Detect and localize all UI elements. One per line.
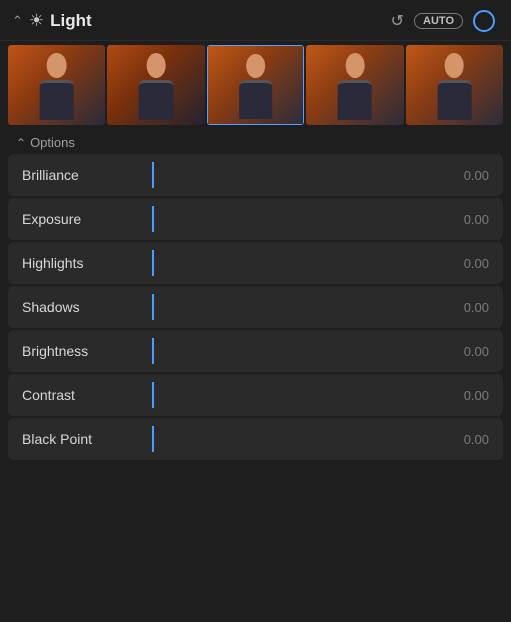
- thumbnail-4[interactable]: [306, 45, 403, 125]
- slider-value-brightness: 0.00: [439, 344, 489, 359]
- panel-header: ⌃ ☀ Light ↺ AUTO: [0, 0, 511, 41]
- slider-indicator-contrast: [152, 382, 154, 408]
- slider-label-contrast: Contrast: [22, 387, 152, 403]
- slider-indicator-shadows: [152, 294, 154, 320]
- slider-track-shadows[interactable]: [152, 286, 439, 328]
- options-label: Options: [30, 135, 75, 150]
- slider-value-brilliance: 0.00: [439, 168, 489, 183]
- slider-indicator-brightness: [152, 338, 154, 364]
- slider-value-exposure: 0.00: [439, 212, 489, 227]
- auto-button[interactable]: AUTO: [414, 13, 463, 29]
- slider-label-exposure: Exposure: [22, 211, 152, 227]
- mode-toggle-button[interactable]: [473, 10, 495, 32]
- image-strip: [0, 41, 511, 129]
- sliders-container: Brilliance 0.00 Exposure 0.00 Highlights…: [0, 154, 511, 622]
- slider-label-shadows: Shadows: [22, 299, 152, 315]
- slider-row-brilliance[interactable]: Brilliance 0.00: [8, 154, 503, 196]
- undo-icon[interactable]: ↺: [391, 11, 404, 31]
- slider-label-brightness: Brightness: [22, 343, 152, 359]
- slider-label-brilliance: Brilliance: [22, 167, 152, 183]
- light-sun-icon: ☀: [29, 11, 44, 31]
- options-header[interactable]: ⌃ Options: [0, 129, 511, 154]
- slider-value-contrast: 0.00: [439, 388, 489, 403]
- slider-row-shadows[interactable]: Shadows 0.00: [8, 286, 503, 328]
- slider-track-black-point[interactable]: [152, 418, 439, 460]
- panel-title: Light: [50, 11, 384, 31]
- slider-label-black-point: Black Point: [22, 431, 152, 447]
- slider-row-exposure[interactable]: Exposure 0.00: [8, 198, 503, 240]
- slider-row-contrast[interactable]: Contrast 0.00: [8, 374, 503, 416]
- slider-track-brightness[interactable]: [152, 330, 439, 372]
- slider-track-exposure[interactable]: [152, 198, 439, 240]
- slider-label-highlights: Highlights: [22, 255, 152, 271]
- slider-indicator-highlights: [152, 250, 154, 276]
- slider-value-shadows: 0.00: [439, 300, 489, 315]
- slider-indicator-black-point: [152, 426, 154, 452]
- slider-indicator-brilliance: [152, 162, 154, 188]
- options-chevron-icon[interactable]: ⌃: [16, 136, 26, 150]
- thumbnail-1[interactable]: [8, 45, 105, 125]
- light-panel: ⌃ ☀ Light ↺ AUTO: [0, 0, 511, 622]
- slider-indicator-exposure: [152, 206, 154, 232]
- slider-row-brightness[interactable]: Brightness 0.00: [8, 330, 503, 372]
- collapse-chevron-icon[interactable]: ⌃: [12, 13, 23, 29]
- slider-track-contrast[interactable]: [152, 374, 439, 416]
- slider-track-highlights[interactable]: [152, 242, 439, 284]
- slider-value-black-point: 0.00: [439, 432, 489, 447]
- slider-row-black-point[interactable]: Black Point 0.00: [8, 418, 503, 460]
- slider-track-brilliance[interactable]: [152, 154, 439, 196]
- thumbnail-3-selected[interactable]: [207, 45, 304, 125]
- slider-value-highlights: 0.00: [439, 256, 489, 271]
- thumbnail-5[interactable]: [406, 45, 503, 125]
- slider-row-highlights[interactable]: Highlights 0.00: [8, 242, 503, 284]
- thumbnail-2[interactable]: [107, 45, 204, 125]
